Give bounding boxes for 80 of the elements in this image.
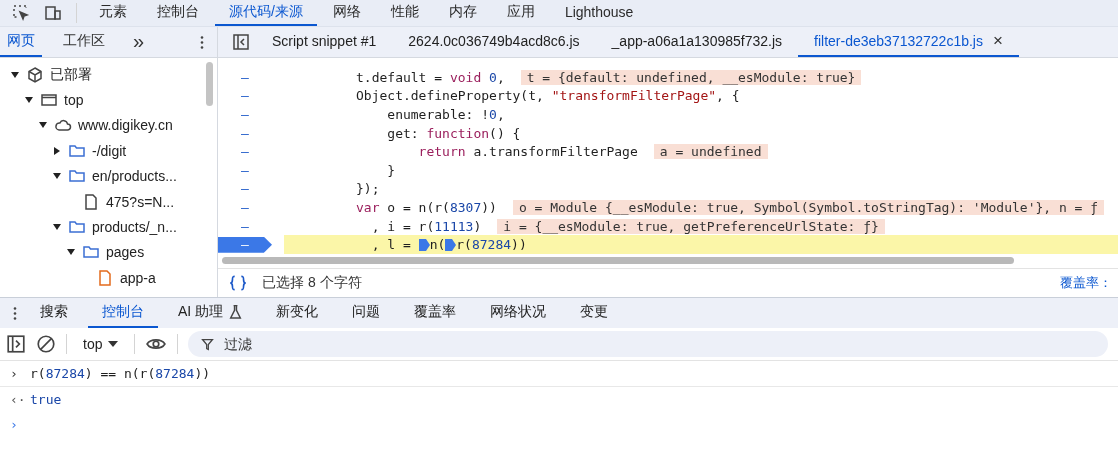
more-menu-icon[interactable] (13, 305, 17, 321)
panel-tab[interactable]: 应用 (492, 0, 549, 26)
code-line: var o = n(r(8307)) (356, 199, 497, 215)
line-marker[interactable]: – (218, 180, 272, 197)
panel-tab[interactable]: 内存 (434, 0, 491, 26)
console-command: r(87284) == n(r(87284)) (30, 366, 211, 381)
expanded-arrow-icon[interactable] (10, 69, 20, 80)
tree-item[interactable]: products/_n... (92, 219, 177, 236)
code-line: Object.defineProperty(t, "transformFilterPage", { (356, 88, 740, 104)
code-line: get: function() { (386, 125, 521, 141)
context-dropdown[interactable]: top (77, 336, 125, 352)
prompt-marker: › (10, 417, 19, 432)
inline-value: o = Module {__esModule: true, Symbol(Symbol.toStringTag): 'Module'}, n = ƒ (512, 199, 1105, 215)
line-marker[interactable]: – (218, 87, 272, 104)
line-marker[interactable]: – (218, 143, 272, 160)
inline-value: t = {default: undefined, __esModule: true} (520, 69, 862, 85)
tree-item[interactable]: app-a (120, 269, 156, 286)
panel-tab[interactable]: 性能 (376, 0, 433, 26)
prompt-marker: › (10, 366, 19, 381)
filter-icon (200, 337, 216, 352)
panel-tab[interactable]: 元素 (85, 0, 141, 26)
drawer-tab[interactable]: 控制台 (88, 298, 158, 328)
collapsed-arrow-icon[interactable] (52, 145, 62, 156)
code-line: , i = r(11113) (370, 218, 482, 234)
more-menu-icon[interactable] (200, 34, 204, 50)
close-tab-button[interactable]: × (992, 31, 1003, 51)
more-tabs-button[interactable]: » (126, 27, 152, 57)
line-marker[interactable]: – (218, 106, 272, 123)
filter-field[interactable]: 过滤 (188, 331, 1108, 357)
line-marker[interactable]: – (218, 162, 272, 179)
console-result: true (30, 392, 62, 407)
file-icon (96, 268, 114, 287)
pretty-print-icon (228, 273, 248, 293)
drawer-tab[interactable]: 问题 (338, 298, 395, 328)
code-line: } (386, 162, 396, 178)
sidebar-icon (6, 334, 26, 354)
panel-tab[interactable]: Lighthouse (550, 0, 648, 26)
tree-item[interactable]: 已部署 (50, 65, 92, 84)
drawer-tab[interactable]: AI 助理 (164, 298, 257, 328)
tree-item[interactable]: www.digikey.cn (78, 117, 173, 134)
line-marker[interactable]: – (218, 69, 272, 86)
tree-item[interactable]: 475?s=N... (106, 193, 175, 210)
drawer-tab[interactable]: 新变化 (262, 298, 333, 328)
file-tab[interactable]: 2624.0c036749b4acd8c6.js (392, 27, 596, 57)
inline-value: a = undefined (653, 144, 768, 160)
file-icon (82, 192, 100, 211)
scrollbar-thumb[interactable] (222, 257, 1014, 264)
coverage-status: 覆盖率： (1060, 274, 1112, 292)
device-toolbar-icon (44, 4, 62, 22)
tree-item[interactable]: top (64, 92, 84, 109)
code-line: }); (356, 181, 380, 197)
tree-item[interactable]: pages (106, 244, 145, 261)
navigator-tab[interactable]: 网页 (0, 27, 42, 57)
tree-item[interactable]: en/products... (92, 168, 177, 185)
result-marker: ‹· (10, 392, 22, 407)
drawer-tab[interactable]: 搜索 (26, 298, 82, 328)
tree-item[interactable]: -/digit (92, 142, 127, 159)
drawer-tab[interactable]: 变更 (566, 298, 623, 328)
toggle-sidebar-icon (232, 33, 250, 51)
code-line: enumerable: !0, (386, 107, 505, 122)
file-tab[interactable]: _app-a06a1a130985f732.js (595, 27, 799, 57)
drawer-tab[interactable]: 网络状况 (476, 298, 561, 328)
line-marker[interactable]: – (218, 218, 272, 235)
inspect-icon (12, 4, 30, 22)
code-line: t.default = void 0, (356, 69, 505, 85)
line-marker[interactable]: – (218, 199, 272, 216)
line-marker[interactable]: – (218, 125, 272, 142)
file-tab[interactable]: Script snippet #1 (256, 27, 393, 57)
drawer-tab[interactable]: 覆盖率 (400, 298, 471, 328)
clear-console-icon (36, 334, 56, 354)
selection-status: 已选择 8 个字符 (262, 274, 362, 292)
cube-icon (26, 65, 44, 84)
panel-tab[interactable]: 控制台 (143, 0, 213, 26)
inline-value: i = {__esModule: true, getPreferenceUrlState: ƒ} (497, 218, 885, 234)
navigator-tab[interactable]: 工作区 (56, 27, 112, 57)
code-line: , l = n( r(87284)) (370, 237, 527, 253)
caret-icon (108, 340, 119, 348)
code-line: return a.transformFilterPage (417, 144, 638, 160)
scrollbar-thumb[interactable] (206, 62, 213, 106)
panel-tab[interactable]: 网络 (318, 0, 375, 26)
